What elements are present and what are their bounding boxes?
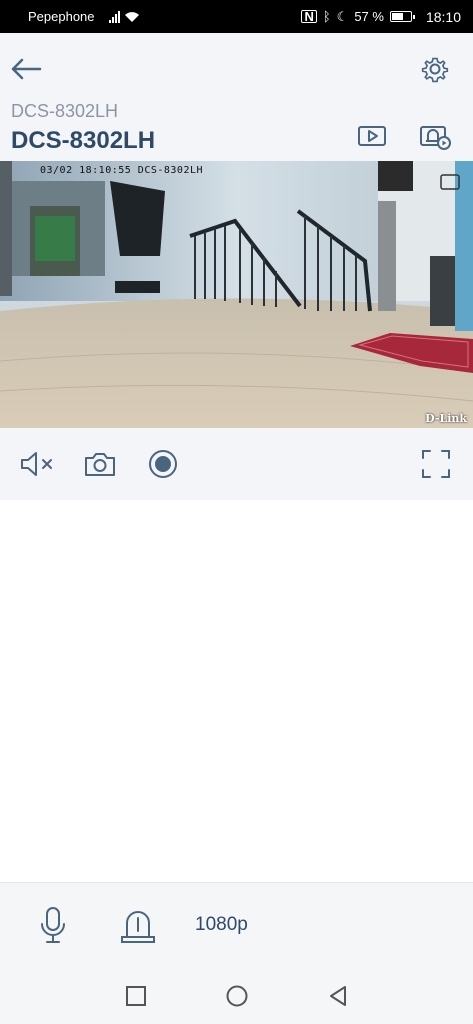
bottom-toolbar: 1080p [0,882,473,968]
playback-button[interactable] [356,121,390,151]
playback-icon [358,126,386,146]
home-icon [226,985,248,1007]
clock: 18:10 [425,8,461,25]
system-back-button[interactable] [326,984,350,1008]
event-playback-button[interactable] [418,121,452,151]
carrier-name: Pepephone [28,9,95,24]
battery-percent: 57 % [354,9,384,24]
event-playback-icon [420,126,451,150]
do-not-disturb-icon: ☾ [336,8,349,24]
recent-apps-icon [126,986,146,1006]
back-icon [330,986,346,1006]
status-bar: Pepephone N ᛒ ☾ 57 % 18:10 [0,0,473,33]
record-icon [149,450,177,478]
camera-icon [85,453,115,476]
device-model: DCS-8302LH [11,101,119,121]
snapshot-button[interactable] [82,446,118,482]
microphone-icon [41,907,65,943]
fullscreen-button[interactable] [418,446,454,482]
resolution-selector[interactable]: 1080p [195,914,248,936]
settings-button[interactable] [419,53,451,85]
home-button[interactable] [225,984,249,1008]
video-timestamp: 03/02 18:10:55 DCS-8302LH [40,165,204,176]
fullscreen-icon [422,450,450,478]
brand-watermark: D-Link [425,412,467,425]
camera-feed-image [0,161,473,428]
content-area [0,500,473,882]
signal-icon [108,10,120,23]
back-button[interactable] [8,51,44,87]
header: DCS-8302LH DCS-8302LH [0,33,473,161]
siren-button[interactable] [118,905,158,945]
video-controls [0,428,473,500]
mute-button[interactable] [19,446,55,482]
nfc-icon: N [301,10,317,23]
gear-icon [421,57,449,83]
bluetooth-icon: ᛒ [322,9,331,24]
siren-icon [121,911,155,943]
page-title: DCS-8302LH [11,127,156,154]
battery-icon [389,11,415,22]
live-video-view[interactable]: 03/02 18:10:55 DCS-8302LH D-Link [0,161,473,428]
recent-apps-button[interactable] [124,984,148,1008]
mute-icon [21,452,52,476]
wifi-icon [124,11,139,22]
record-button[interactable] [145,446,181,482]
talk-button[interactable] [33,905,73,945]
system-nav-bar [0,968,473,1024]
back-arrow-icon [11,58,42,80]
